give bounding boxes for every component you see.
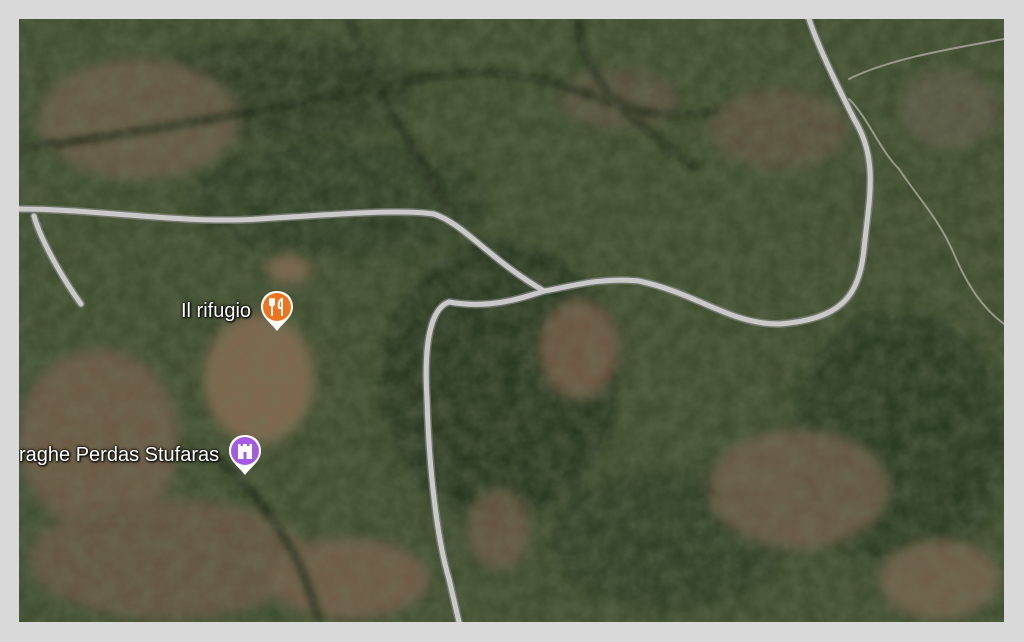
satellite-terrain (19, 19, 1004, 622)
satellite-map[interactable]: Il rifugio raghe Perdas Stufaras (19, 19, 1004, 622)
poi-il-rifugio[interactable]: Il rifugio (181, 289, 295, 333)
poi-label: Il rifugio (181, 299, 252, 322)
restaurant-icon[interactable] (259, 289, 295, 333)
castle-icon[interactable] (227, 433, 263, 477)
poi-label: raghe Perdas Stufaras (19, 443, 220, 466)
poi-nuraghe-perdas-stufaras[interactable]: raghe Perdas Stufaras (19, 433, 263, 477)
